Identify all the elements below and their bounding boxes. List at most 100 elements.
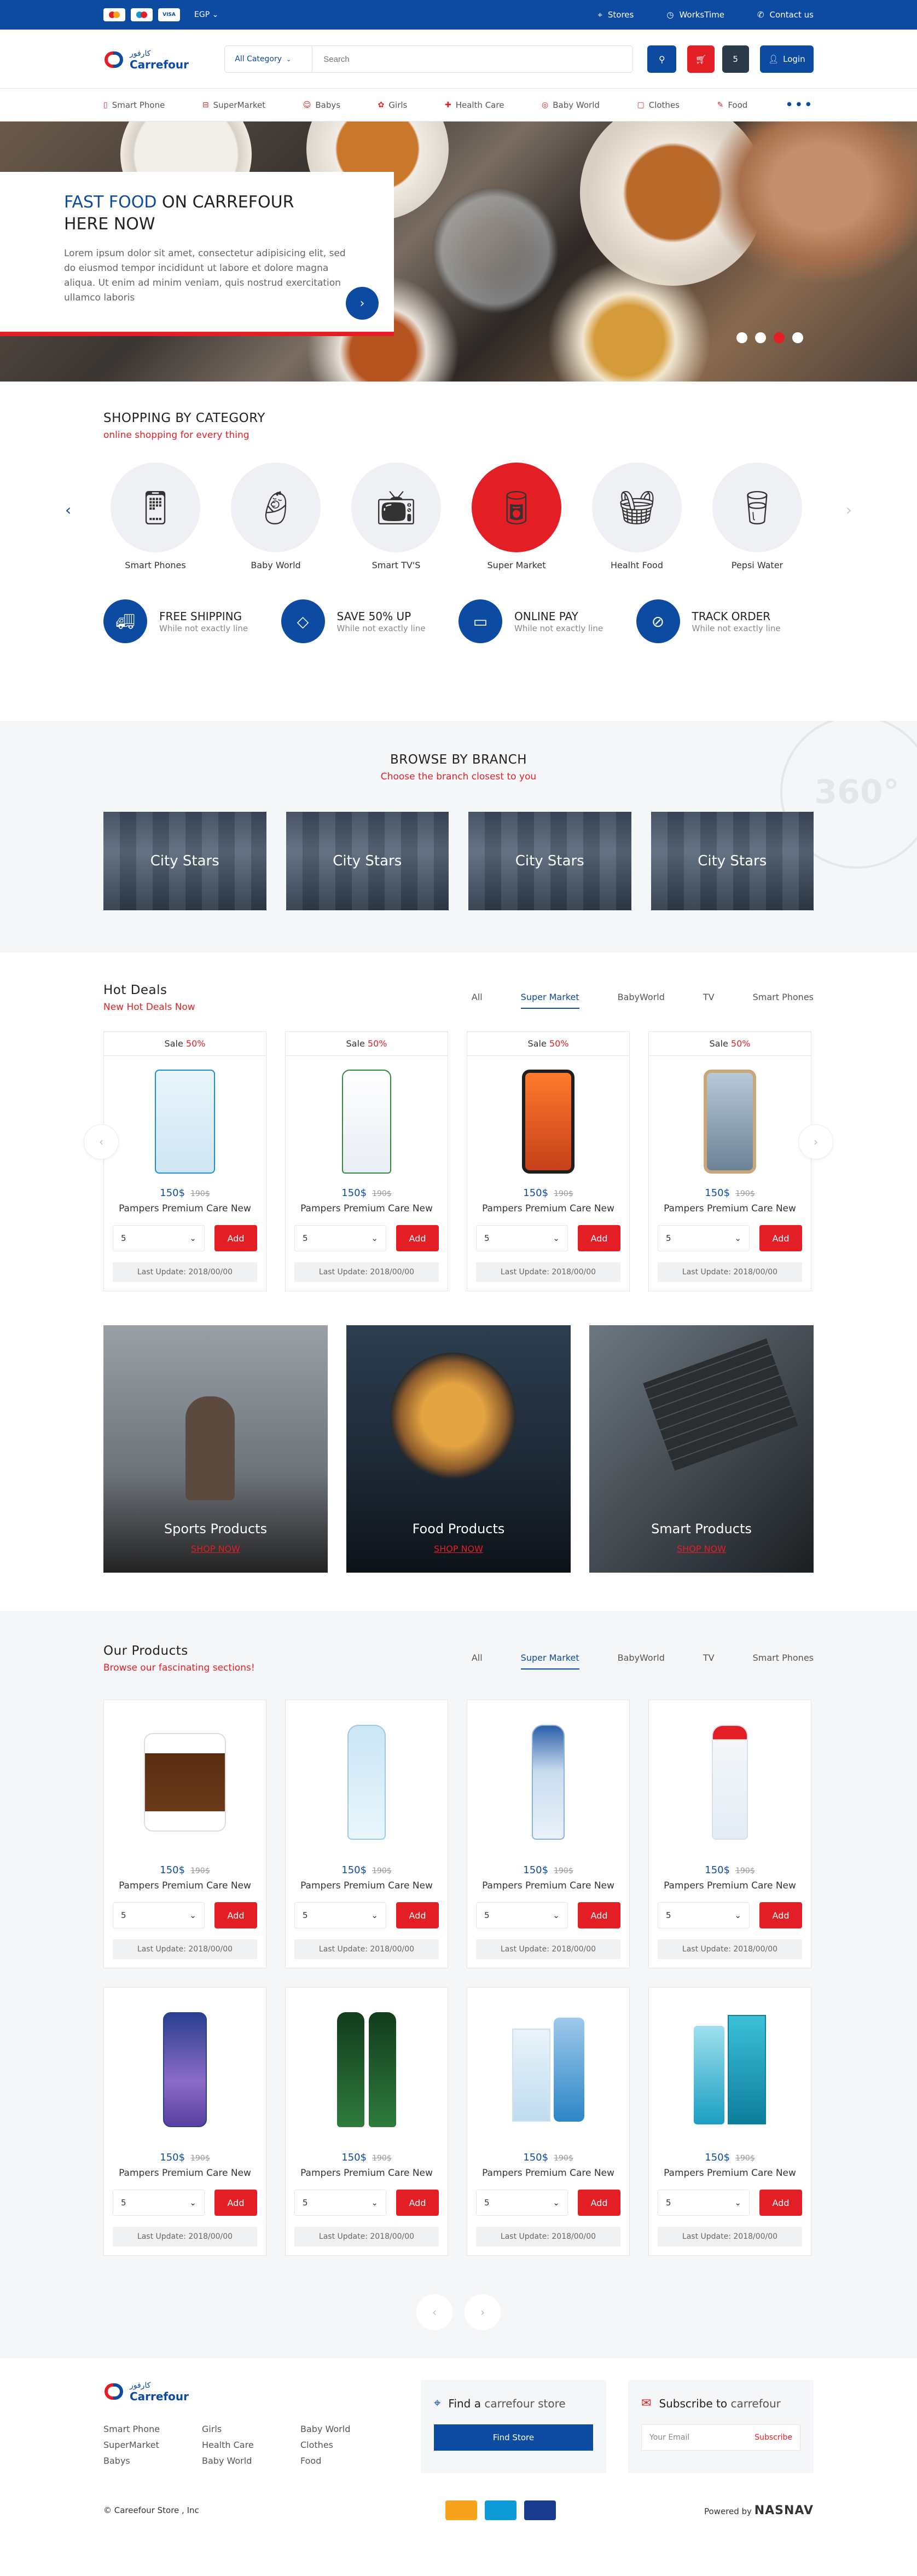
product-name[interactable]: Pampers Premium Care New xyxy=(104,1203,266,1214)
footer-link[interactable]: Girls xyxy=(202,2424,300,2434)
product-name[interactable]: Pampers Premium Care New xyxy=(649,2168,811,2179)
product-image[interactable] xyxy=(467,1700,629,1864)
add-button[interactable]: Add xyxy=(396,1225,439,1251)
promo-smart[interactable]: Smart Products SHOP NOW xyxy=(589,1325,814,1573)
category-super-market[interactable]: 🥫︎ Super Market xyxy=(470,463,563,570)
add-button[interactable]: Add xyxy=(214,1902,257,1928)
product-image[interactable] xyxy=(467,1988,629,2152)
product-name[interactable]: Pampers Premium Care New xyxy=(286,1880,448,1891)
tab-tv[interactable]: TV xyxy=(703,992,715,1009)
tab-babyworld[interactable]: BabyWorld xyxy=(618,1653,665,1670)
quantity-select[interactable]: 5 ⌄ xyxy=(476,2190,568,2216)
slide-dot[interactable] xyxy=(755,332,766,343)
branch-card[interactable]: City Stars xyxy=(103,812,266,910)
more-icon[interactable]: ••• xyxy=(785,97,814,113)
slide-dot[interactable] xyxy=(792,332,803,343)
branch-card[interactable]: City Stars xyxy=(651,812,814,910)
search-button[interactable]: ⚲ xyxy=(647,45,677,73)
nav-supermarket[interactable]: ⊟ SuperMarket xyxy=(202,100,265,110)
add-button[interactable]: Add xyxy=(759,2190,802,2216)
nav-clothes[interactable]: ▢ Clothes xyxy=(637,100,680,110)
footer-link[interactable]: Baby World xyxy=(202,2456,300,2466)
login-button[interactable]: 👤︎ Login xyxy=(759,45,814,73)
add-button[interactable]: Add xyxy=(759,1225,802,1251)
nav-babys[interactable]: ☺ Babys xyxy=(303,100,340,110)
stores-link[interactable]: ⌖ Stores xyxy=(597,10,634,20)
product-image[interactable] xyxy=(104,1988,266,2152)
product-image[interactable] xyxy=(104,1700,266,1864)
product-name[interactable]: Pampers Premium Care New xyxy=(467,1203,629,1214)
quantity-select[interactable]: 5 ⌄ xyxy=(476,1902,568,1928)
category-pepsi-water[interactable]: 🥛︎ Pepsi Water xyxy=(711,463,804,570)
add-button[interactable]: Add xyxy=(396,1902,439,1928)
category-health-food[interactable]: 🧺︎ Healht Food xyxy=(590,463,683,570)
slide-dot[interactable] xyxy=(736,332,747,343)
slide-dot-active[interactable] xyxy=(774,332,785,343)
footer-link[interactable]: Smart Phone xyxy=(103,2424,202,2434)
product-name[interactable]: Pampers Premium Care New xyxy=(467,2168,629,2179)
product-name[interactable]: Pampers Premium Care New xyxy=(286,2168,448,2179)
product-name[interactable]: Pampers Premium Care New xyxy=(649,1203,811,1214)
currency-select[interactable]: EGP ⌄ xyxy=(194,10,218,19)
footer-link[interactable]: Baby World xyxy=(300,2424,399,2434)
products-prev-button[interactable]: ‹ xyxy=(416,2294,452,2330)
category-smart-tvs[interactable]: 📺︎ Smart TV'S xyxy=(350,463,443,570)
nav-food[interactable]: ✎ Food xyxy=(717,100,748,110)
shop-now-link[interactable]: SHOP NOW xyxy=(589,1544,814,1554)
deals-next-button[interactable]: › xyxy=(798,1124,833,1159)
product-name[interactable]: Pampers Premium Care New xyxy=(104,1880,266,1891)
quantity-select[interactable]: 5 ⌄ xyxy=(113,1225,205,1251)
quantity-select[interactable]: 5 ⌄ xyxy=(476,1225,568,1251)
product-image[interactable] xyxy=(286,1056,448,1187)
quantity-select[interactable]: 5 ⌄ xyxy=(294,1225,386,1251)
category-next-button[interactable]: › xyxy=(846,501,852,519)
product-image[interactable] xyxy=(649,1988,811,2152)
add-button[interactable]: Add xyxy=(578,1902,620,1928)
footer-link[interactable]: Health Care xyxy=(202,2440,300,2450)
tab-babyworld[interactable]: BabyWorld xyxy=(618,992,665,1009)
tab-all[interactable]: All xyxy=(472,992,483,1009)
quantity-select[interactable]: 5 ⌄ xyxy=(294,1902,386,1928)
add-button[interactable]: Add xyxy=(396,2190,439,2216)
product-name[interactable]: Pampers Premium Care New xyxy=(649,1880,811,1891)
search-input[interactable] xyxy=(312,54,633,64)
tab-super-market[interactable]: Super Market xyxy=(520,1653,579,1670)
deals-prev-button[interactable]: ‹ xyxy=(84,1124,119,1159)
product-name[interactable]: Pampers Premium Care New xyxy=(104,2168,266,2179)
quantity-select[interactable]: 5 ⌄ xyxy=(113,1902,205,1928)
quantity-select[interactable]: 5 ⌄ xyxy=(294,2190,386,2216)
category-baby-world[interactable]: 👶︎ Baby World xyxy=(229,463,322,570)
quantity-select[interactable]: 5 ⌄ xyxy=(658,1902,750,1928)
hero-next-button[interactable]: › xyxy=(346,287,379,320)
products-next-button[interactable]: › xyxy=(465,2294,501,2330)
product-image[interactable] xyxy=(649,1056,811,1187)
add-button[interactable]: Add xyxy=(759,1902,802,1928)
add-button[interactable]: Add xyxy=(214,2190,257,2216)
branch-card[interactable]: City Stars xyxy=(286,812,449,910)
add-button[interactable]: Add xyxy=(578,1225,620,1251)
footer-logo[interactable]: كارفور Carrefour xyxy=(103,2380,224,2402)
nav-smart-phone[interactable]: ▯ Smart Phone xyxy=(103,100,165,110)
nav-baby-world[interactable]: ◎ Baby World xyxy=(542,100,600,110)
shop-now-link[interactable]: SHOP NOW xyxy=(346,1544,571,1554)
promo-sports[interactable]: Sports Products SHOP NOW xyxy=(103,1325,328,1573)
tab-all[interactable]: All xyxy=(472,1653,483,1670)
product-image[interactable] xyxy=(286,1700,448,1864)
quantity-select[interactable]: 5 ⌄ xyxy=(658,1225,750,1251)
nav-girls[interactable]: ✿ Girls xyxy=(378,100,408,110)
category-prev-button[interactable]: ‹ xyxy=(65,501,71,519)
add-button[interactable]: Add xyxy=(214,1225,257,1251)
tab-tv[interactable]: TV xyxy=(703,1653,715,1670)
product-name[interactable]: Pampers Premium Care New xyxy=(467,1880,629,1891)
email-input[interactable]: Your Email xyxy=(649,2433,689,2442)
footer-link[interactable]: Clothes xyxy=(300,2440,399,2450)
product-image[interactable] xyxy=(286,1988,448,2152)
footer-link[interactable]: Food xyxy=(300,2456,399,2466)
tab-super-market[interactable]: Super Market xyxy=(520,992,579,1009)
category-smart-phones[interactable]: 📱︎ Smart Phones xyxy=(109,463,202,570)
tab-smart-phones[interactable]: Smart Phones xyxy=(753,1653,814,1670)
product-image[interactable] xyxy=(467,1056,629,1187)
product-image[interactable] xyxy=(649,1700,811,1864)
quantity-select[interactable]: 5 ⌄ xyxy=(113,2190,205,2216)
carrefour-logo[interactable]: كارفور Carrefour xyxy=(103,48,222,70)
